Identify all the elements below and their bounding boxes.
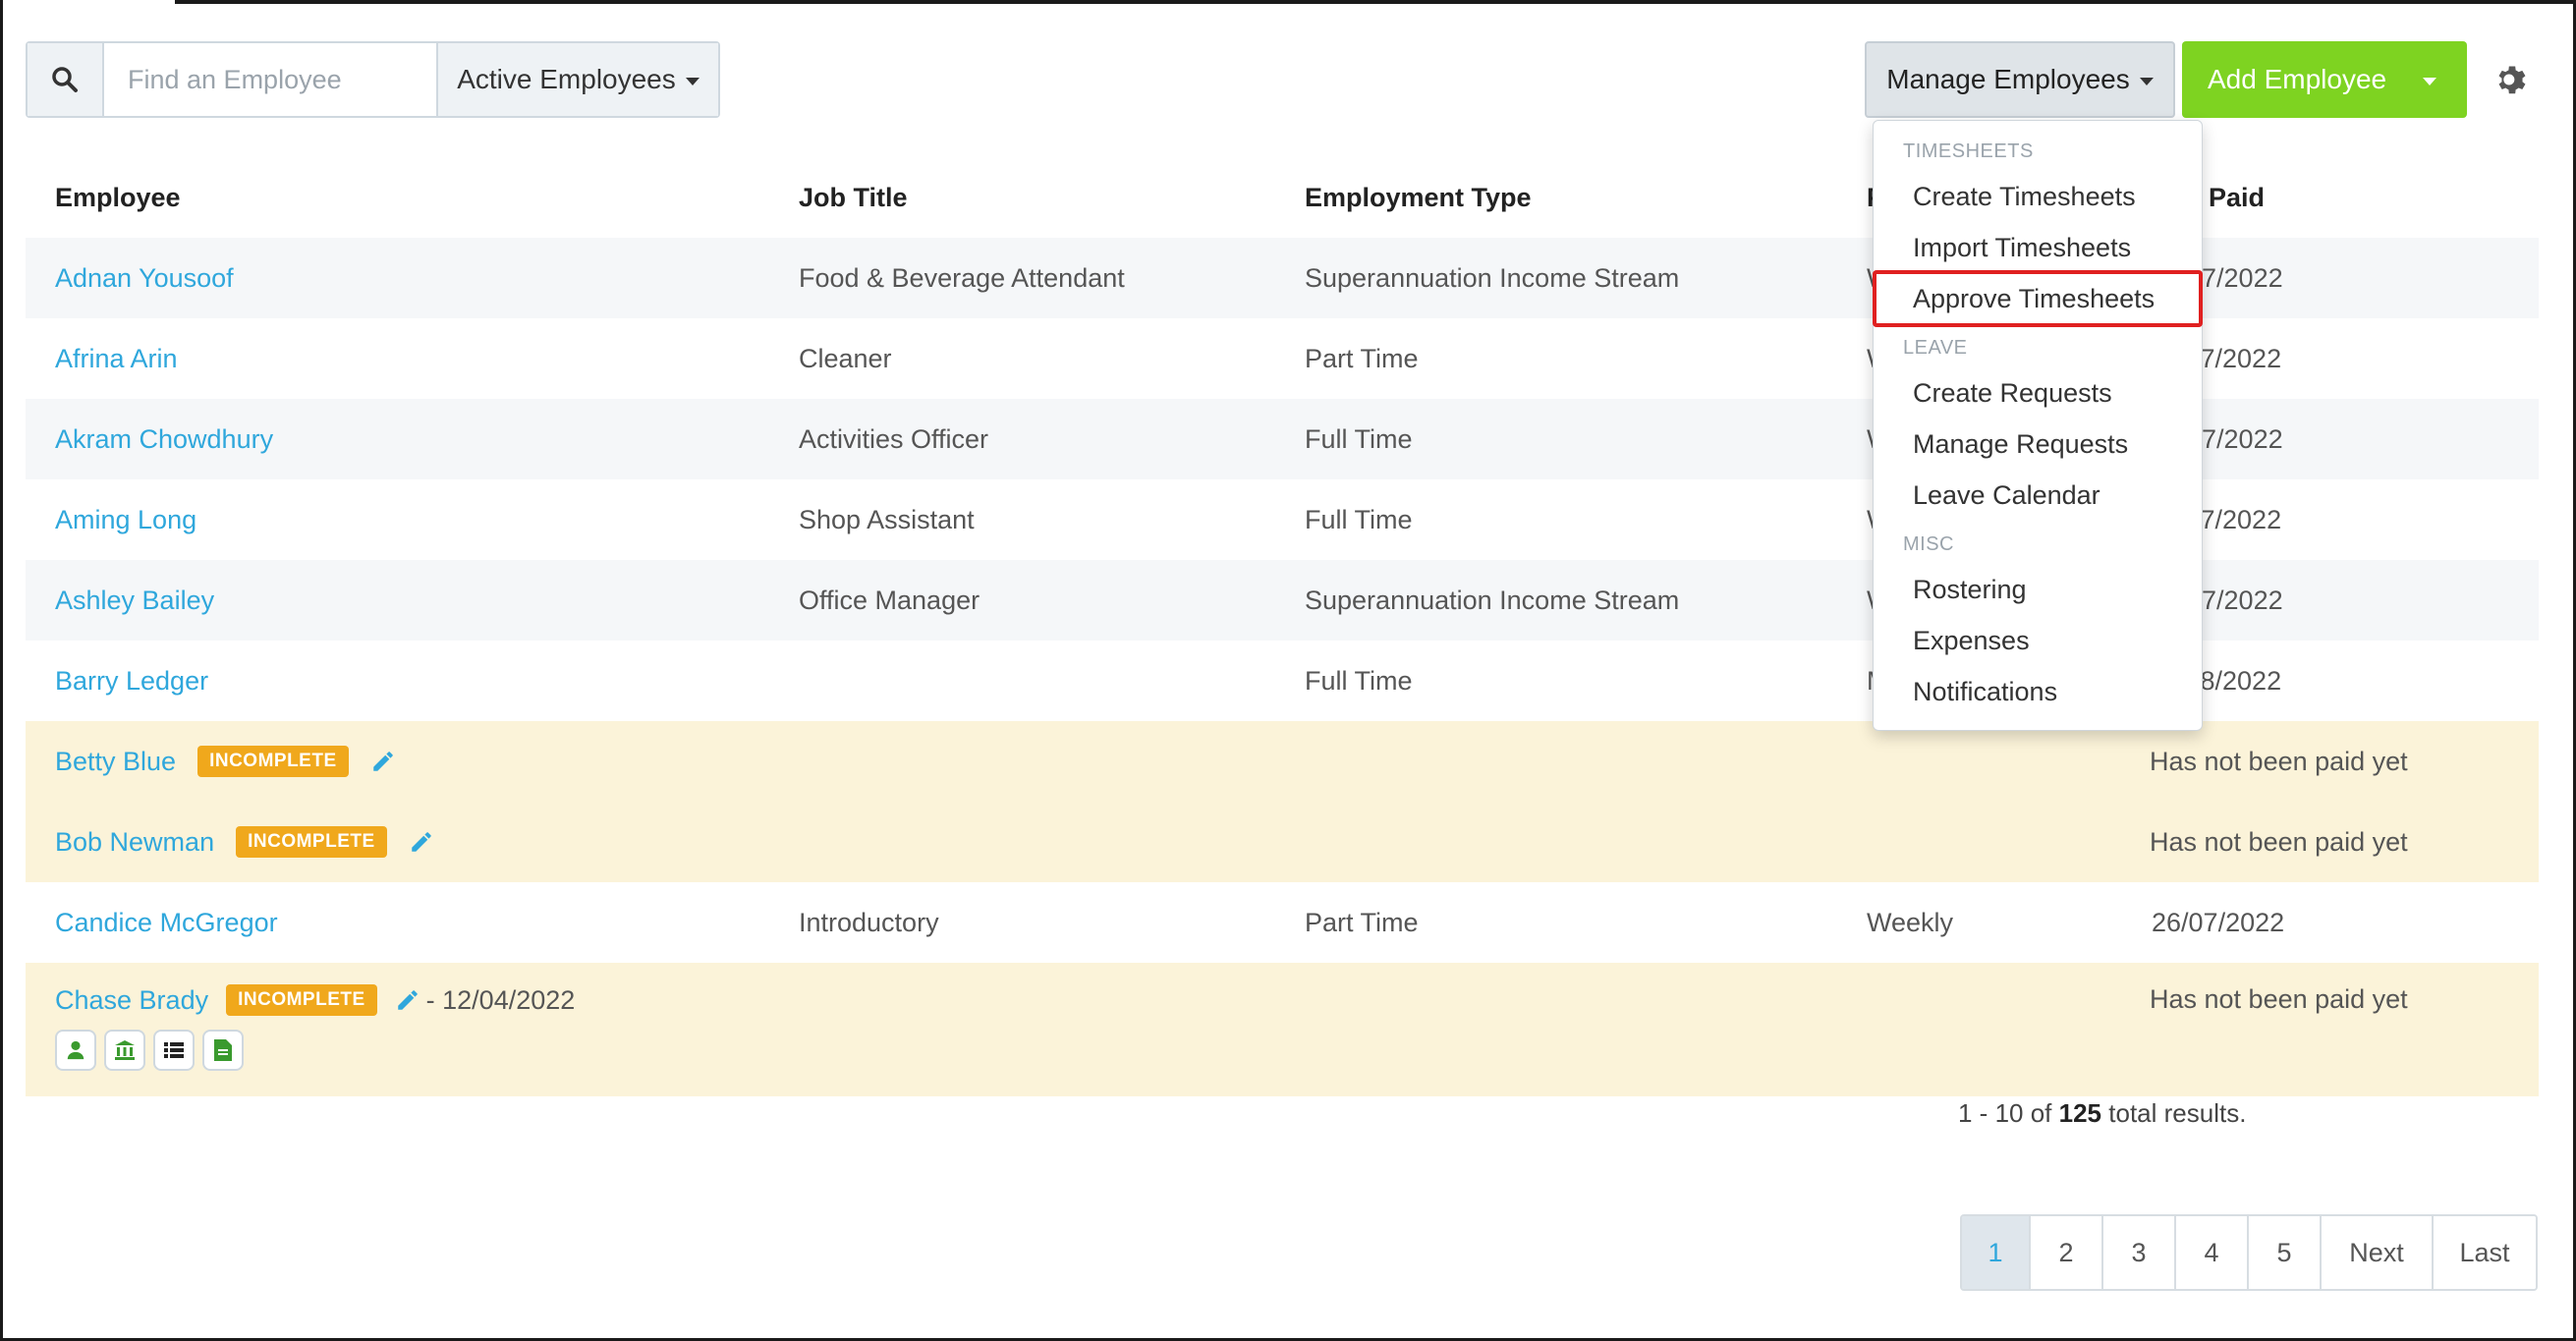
menu-section-timesheets: TIMESHEETS — [1903, 140, 2034, 162]
last-page-button[interactable]: Last — [2432, 1216, 2536, 1289]
caret-down-icon — [2139, 78, 2154, 85]
employment-type: Full Time — [1305, 504, 1413, 534]
job-title: Food & Beverage Attendant — [799, 262, 1125, 293]
pay-period: Weekly — [1867, 907, 1954, 937]
table-row[interactable]: Chase Brady INCOMPLETE - 12/04/2022 Has … — [26, 963, 2539, 1096]
incomplete-badge: INCOMPLETE — [226, 984, 377, 1016]
menu-item-manage-requests[interactable]: Manage Requests — [1913, 429, 2128, 460]
employee-link[interactable]: Aming Long — [55, 505, 196, 535]
pencil-icon[interactable] — [370, 749, 396, 774]
employment-type: Part Time — [1305, 907, 1419, 937]
filter-label: Active Employees — [457, 64, 676, 94]
employee-link[interactable]: Candice McGregor — [55, 908, 278, 938]
employee-cell: Bob Newman INCOMPLETE — [55, 826, 434, 858]
last-paid: /8/2022 — [2193, 665, 2282, 696]
menu-item-notifications[interactable]: Notifications — [1913, 677, 2057, 707]
gear-icon[interactable] — [2493, 61, 2531, 98]
next-page-button[interactable]: Next — [2320, 1216, 2432, 1289]
employee-link[interactable]: Akram Chowdhury — [55, 424, 273, 455]
employee-link[interactable]: Betty Blue — [55, 747, 176, 777]
menu-section-leave: LEAVE — [1903, 337, 1968, 359]
last-paid: Has not been paid yet — [2150, 826, 2408, 857]
employee-cell: Betty Blue INCOMPLETE — [55, 746, 396, 777]
menu-section-misc: MISC — [1903, 533, 1954, 555]
list-icon[interactable] — [153, 1030, 195, 1071]
add-employee-button[interactable]: Add Employee — [2182, 41, 2467, 118]
menu-item-create-requests[interactable]: Create Requests — [1913, 378, 2112, 409]
add-employee-label: Add Employee — [2208, 64, 2387, 94]
job-title: Introductory — [799, 907, 939, 937]
job-title: Activities Officer — [799, 423, 989, 454]
results-suffix: total results. — [2108, 1098, 2247, 1128]
menu-item-create-timesheets[interactable]: Create Timesheets — [1913, 182, 2136, 212]
employee-search-input[interactable] — [104, 43, 436, 116]
employee-link[interactable]: Afrina Arin — [55, 344, 178, 374]
employment-type: Superannuation Income Stream — [1305, 262, 1680, 293]
results-summary: 1 - 10 of 125 total results. — [1958, 1098, 2246, 1129]
last-paid: /7/2022 — [2193, 343, 2282, 373]
last-paid: Has not been paid yet — [2150, 984, 2408, 1014]
person-icon[interactable] — [55, 1030, 96, 1071]
manage-employees-label: Manage Employees — [1886, 64, 2130, 94]
employee-link[interactable]: Barry Ledger — [55, 666, 208, 697]
employment-type: Superannuation Income Stream — [1305, 585, 1680, 615]
last-paid: Has not been paid yet — [2150, 746, 2408, 776]
results-total: 125 — [2058, 1098, 2102, 1128]
job-title: Shop Assistant — [799, 504, 975, 534]
employee-quick-icons — [55, 1030, 575, 1071]
last-paid: 26/07/2022 — [2152, 907, 2285, 937]
pencil-icon[interactable] — [395, 987, 420, 1013]
col-job-title[interactable]: Job Title — [799, 183, 908, 213]
employment-type: Full Time — [1305, 665, 1413, 696]
bank-icon[interactable] — [104, 1030, 145, 1071]
caret-down-icon — [685, 78, 700, 85]
employee-link[interactable]: Adnan Yousoof — [55, 263, 234, 294]
employment-type: Part Time — [1305, 343, 1419, 373]
page-3-button[interactable]: 3 — [2101, 1216, 2174, 1289]
add-employee-dropdown-toggle[interactable] — [2392, 41, 2467, 118]
top-border — [175, 0, 2576, 4]
table-row[interactable]: Candice McGregor Introductory Part Time … — [26, 882, 2539, 963]
col-employee[interactable]: Employee — [55, 183, 181, 213]
menu-item-import-timesheets[interactable]: Import Timesheets — [1913, 233, 2131, 263]
menu-item-rostering[interactable]: Rostering — [1913, 575, 2027, 605]
page-2-button[interactable]: 2 — [2029, 1216, 2101, 1289]
manage-employees-button[interactable]: Manage Employees — [1865, 41, 2175, 118]
col-employment-type[interactable]: Employment Type — [1305, 183, 1532, 213]
manage-employees-menu: TIMESHEETS Create Timesheets Import Time… — [1873, 120, 2203, 731]
menu-item-approve-timesheets[interactable]: Approve Timesheets — [1913, 284, 2155, 314]
table-row[interactable]: Bob Newman INCOMPLETE Has not been paid … — [26, 802, 2539, 882]
menu-item-leave-calendar[interactable]: Leave Calendar — [1913, 480, 2100, 511]
search-group: Active Employees — [26, 41, 720, 118]
employee-link[interactable]: Chase Brady — [55, 985, 208, 1016]
incomplete-badge: INCOMPLETE — [236, 826, 387, 858]
active-employees-filter[interactable]: Active Employees — [436, 43, 718, 116]
last-paid: /7/2022 — [2193, 504, 2282, 534]
menu-item-expenses[interactable]: Expenses — [1913, 626, 2030, 656]
employee-date: - 12/04/2022 — [425, 984, 576, 1015]
incomplete-badge: INCOMPLETE — [197, 746, 349, 777]
results-prefix: 1 - 10 of — [1958, 1098, 2052, 1128]
table-row[interactable]: Betty Blue INCOMPLETE Has not been paid … — [26, 721, 2539, 802]
job-title: Office Manager — [799, 585, 980, 615]
employee-link[interactable]: Bob Newman — [55, 827, 214, 858]
page-5-button[interactable]: 5 — [2247, 1216, 2320, 1289]
search-icon[interactable] — [28, 43, 104, 116]
employee-link[interactable]: Ashley Bailey — [55, 586, 214, 616]
document-icon[interactable] — [202, 1030, 244, 1071]
page-4-button[interactable]: 4 — [2174, 1216, 2247, 1289]
pencil-icon[interactable] — [409, 829, 434, 855]
employment-type: Full Time — [1305, 423, 1413, 454]
page-1-button[interactable]: 1 — [1962, 1216, 2029, 1289]
caret-down-icon — [2423, 78, 2436, 85]
pagination: 1 2 3 4 5 Next Last — [1960, 1214, 2538, 1291]
col-last-paid[interactable]: Paid — [2209, 183, 2265, 213]
employee-cell: Chase Brady INCOMPLETE - 12/04/2022 — [55, 984, 575, 1071]
job-title: Cleaner — [799, 343, 892, 373]
